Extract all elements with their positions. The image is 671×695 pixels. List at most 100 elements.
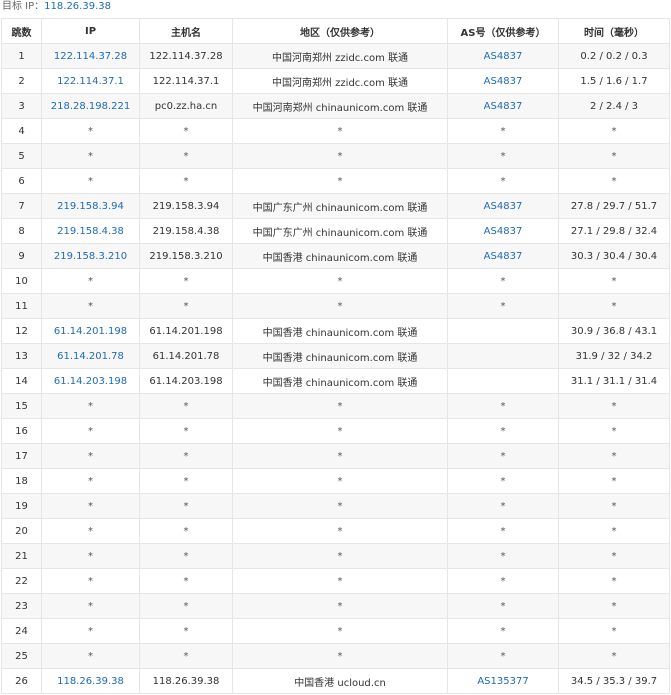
ip-cell: * (41, 293, 140, 319)
header-hop: 跳数 (1, 18, 42, 44)
ip-cell[interactable]: 219.158.3.94 (41, 193, 140, 219)
hostname-cell: * (139, 593, 233, 619)
ip-cell[interactable]: 61.14.201.198 (41, 318, 140, 344)
time-cell: 31.9 / 32 / 34.2 (558, 343, 670, 369)
ip-cell[interactable]: 219.158.3.210 (41, 243, 140, 269)
hostname-cell: * (139, 643, 233, 669)
table-row: 24 * * * * * (1, 618, 670, 644)
hostname-cell: * (139, 268, 233, 294)
ip-cell[interactable]: 61.14.201.78 (41, 343, 140, 369)
ip-cell[interactable]: 219.158.4.38 (41, 218, 140, 244)
time-cell: 0.2 / 0.2 / 0.3 (558, 43, 670, 69)
time-cell: * (558, 518, 670, 544)
hop-cell: 11 (1, 293, 42, 319)
hostname-cell: pc0.zz.ha.cn (139, 93, 233, 119)
as-number-cell[interactable]: AS135377 (447, 668, 559, 694)
hop-cell: 20 (1, 518, 42, 544)
hop-cell: 6 (1, 168, 42, 194)
header-hostname: 主机名 (139, 18, 233, 44)
table-header-row: 跳数 IP 主机名 地区（仅供参考） AS号（仅供参考） 时间（毫秒） (1, 18, 670, 44)
region-cell: 中国香港 chinaunicom.com 联通 (232, 243, 448, 269)
hostname-cell: * (139, 468, 233, 494)
hostname-cell: 122.114.37.28 (139, 43, 233, 69)
hop-cell: 14 (1, 368, 42, 394)
ip-cell: * (41, 393, 140, 419)
ip-cell: * (41, 568, 140, 594)
region-cell: 中国河南郑州 zzidc.com 联通 (232, 68, 448, 94)
hop-cell: 21 (1, 543, 42, 569)
ip-cell[interactable]: 118.26.39.38 (41, 668, 140, 694)
ip-cell[interactable]: 122.114.37.1 (41, 68, 140, 94)
ip-cell: * (41, 618, 140, 644)
hop-cell: 4 (1, 118, 42, 144)
as-number-cell[interactable]: AS4837 (447, 43, 559, 69)
as-number-cell: * (447, 543, 559, 569)
ip-cell: * (41, 168, 140, 194)
as-number-cell: * (447, 443, 559, 469)
time-cell: 31.1 / 31.1 / 31.4 (558, 368, 670, 394)
as-number-cell[interactable]: AS4837 (447, 193, 559, 219)
region-cell: 中国河南郑州 chinaunicom.com 联通 (232, 93, 448, 119)
time-cell: 30.3 / 30.4 / 30.4 (558, 243, 670, 269)
region-cell: * (232, 118, 448, 144)
time-cell: * (558, 418, 670, 444)
time-cell: * (558, 543, 670, 569)
time-cell: * (558, 443, 670, 469)
header-region: 地区（仅供参考） (232, 18, 448, 44)
ip-cell: * (41, 468, 140, 494)
as-number-cell: * (447, 418, 559, 444)
as-number-cell[interactable]: AS4837 (447, 93, 559, 119)
region-cell: * (232, 393, 448, 419)
time-cell: * (558, 493, 670, 519)
region-cell: * (232, 293, 448, 319)
as-number-cell: * (447, 593, 559, 619)
time-cell: 1.5 / 1.6 / 1.7 (558, 68, 670, 94)
ip-cell[interactable]: 122.114.37.28 (41, 43, 140, 69)
table-row: 9 219.158.3.210 219.158.3.210 中国香港 chinauni… (1, 243, 670, 269)
hostname-cell: 122.114.37.1 (139, 68, 233, 94)
time-cell: 2 / 2.4 / 3 (558, 93, 670, 119)
region-cell: * (232, 618, 448, 644)
as-number-cell (447, 318, 559, 344)
time-cell: 34.5 / 35.3 / 39.7 (558, 668, 670, 694)
time-cell: 27.8 / 29.7 / 51.7 (558, 193, 670, 219)
header-ip: IP (41, 18, 140, 44)
target-ip-bar: 目标 IP：118.26.39.38 (0, 0, 671, 18)
as-number-cell[interactable]: AS4837 (447, 68, 559, 94)
hostname-cell: * (139, 293, 233, 319)
hostname-cell: * (139, 443, 233, 469)
table-row: 21 * * * * * (1, 543, 670, 569)
as-number-cell: * (447, 143, 559, 169)
hostname-cell: * (139, 118, 233, 144)
table-row: 2 122.114.37.1 122.114.37.1 中国河南郑州 zzidc.co… (1, 68, 670, 94)
time-cell: * (558, 643, 670, 669)
ip-cell: * (41, 593, 140, 619)
region-cell: * (232, 443, 448, 469)
hop-cell: 23 (1, 593, 42, 619)
table-row: 3 218.28.198.221 pc0.zz.ha.cn 中国河南郑州 chinau… (1, 93, 670, 119)
hop-cell: 10 (1, 268, 42, 294)
table-row: 10 * * * * * (1, 268, 670, 294)
time-cell: * (558, 293, 670, 319)
table-row: 17 * * * * * (1, 443, 670, 469)
as-number-cell (447, 343, 559, 369)
table-row: 4 * * * * * (1, 118, 670, 144)
hostname-cell: 61.14.201.198 (139, 318, 233, 344)
region-cell: * (232, 518, 448, 544)
ip-cell: * (41, 518, 140, 544)
as-number-cell[interactable]: AS4837 (447, 218, 559, 244)
table-row: 1 122.114.37.28 122.114.37.28 中国河南郑州 zzidc.… (1, 43, 670, 69)
table-row: 23 * * * * * (1, 593, 670, 619)
region-cell: * (232, 643, 448, 669)
region-cell: * (232, 568, 448, 594)
as-number-cell: * (447, 518, 559, 544)
ip-cell[interactable]: 218.28.198.221 (41, 93, 140, 119)
ip-cell[interactable]: 61.14.203.198 (41, 368, 140, 394)
target-ip-link[interactable]: 118.26.39.38 (44, 1, 111, 12)
ip-cell: * (41, 543, 140, 569)
hostname-cell: * (139, 493, 233, 519)
table-row: 20 * * * * * (1, 518, 670, 544)
table-row: 14 61.14.203.198 61.14.203.198 中国香港 chinaun… (1, 368, 670, 394)
as-number-cell[interactable]: AS4837 (447, 243, 559, 269)
time-cell: * (558, 268, 670, 294)
